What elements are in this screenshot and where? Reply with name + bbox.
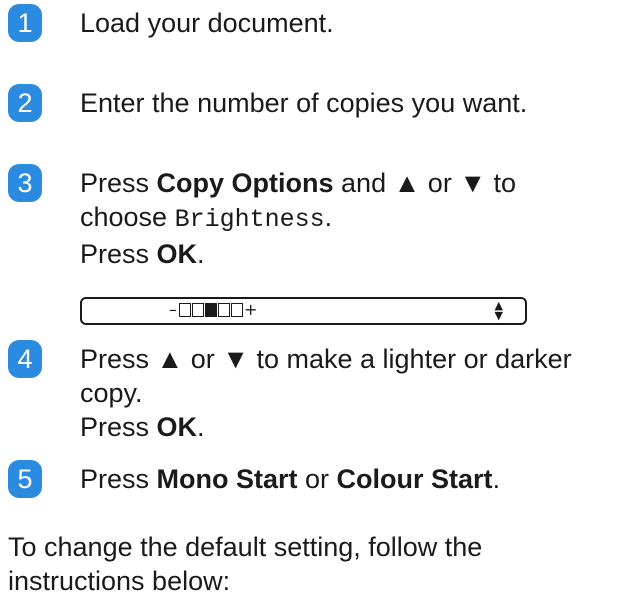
brightness-cell bbox=[192, 303, 204, 317]
brightness-cell-selected bbox=[205, 303, 217, 317]
step-number-badge: 2 bbox=[8, 84, 42, 122]
step-number-badge: 5 bbox=[8, 460, 42, 498]
step-4: 4 Press ▲ or ▼ to make a lighter or dark… bbox=[8, 340, 600, 444]
step-text: Enter the number of copies you want. bbox=[80, 88, 528, 118]
brightness-level-bar: – + bbox=[168, 302, 258, 318]
default-setting-note: To change the default setting, follow th… bbox=[8, 532, 483, 596]
step-number-badge: 3 bbox=[8, 164, 42, 202]
step-1: 1 Load your document. bbox=[8, 4, 600, 42]
colour-start-key: Colour Start bbox=[336, 464, 493, 494]
step-text: Press ▲ or ▼ to make a lighter or darker… bbox=[80, 344, 572, 442]
plus-sign: + bbox=[244, 300, 258, 319]
up-down-arrows-icon: ▲ ▼ bbox=[494, 299, 503, 322]
ok-key: OK bbox=[156, 239, 198, 269]
step-3: 3 Press Copy Options and ▲ or ▼ to choos… bbox=[8, 164, 600, 271]
brightness-cell bbox=[179, 303, 191, 317]
step-number-badge: 1 bbox=[8, 4, 42, 42]
brightness-cell bbox=[218, 303, 230, 317]
lcd-brightness-display: – + ▲ ▼ bbox=[80, 297, 527, 325]
menu-setting-brightness: Brightness bbox=[174, 205, 325, 234]
step-text: Load your document. bbox=[80, 8, 334, 38]
step-2: 2 Enter the number of copies you want. bbox=[8, 84, 600, 122]
step-number-badge: 4 bbox=[8, 340, 42, 378]
minus-sign: – bbox=[169, 300, 177, 319]
mono-start-key: Mono Start bbox=[156, 464, 298, 494]
ok-key: OK bbox=[156, 412, 198, 442]
step-text: Press Mono Start or Colour Start. bbox=[80, 464, 501, 494]
step-5: 5 Press Mono Start or Colour Start. bbox=[8, 460, 600, 498]
step-text: Press Copy Options and ▲ or ▼ to choose … bbox=[80, 168, 517, 269]
brightness-cell bbox=[231, 303, 243, 317]
copy-options-key: Copy Options bbox=[156, 168, 334, 198]
